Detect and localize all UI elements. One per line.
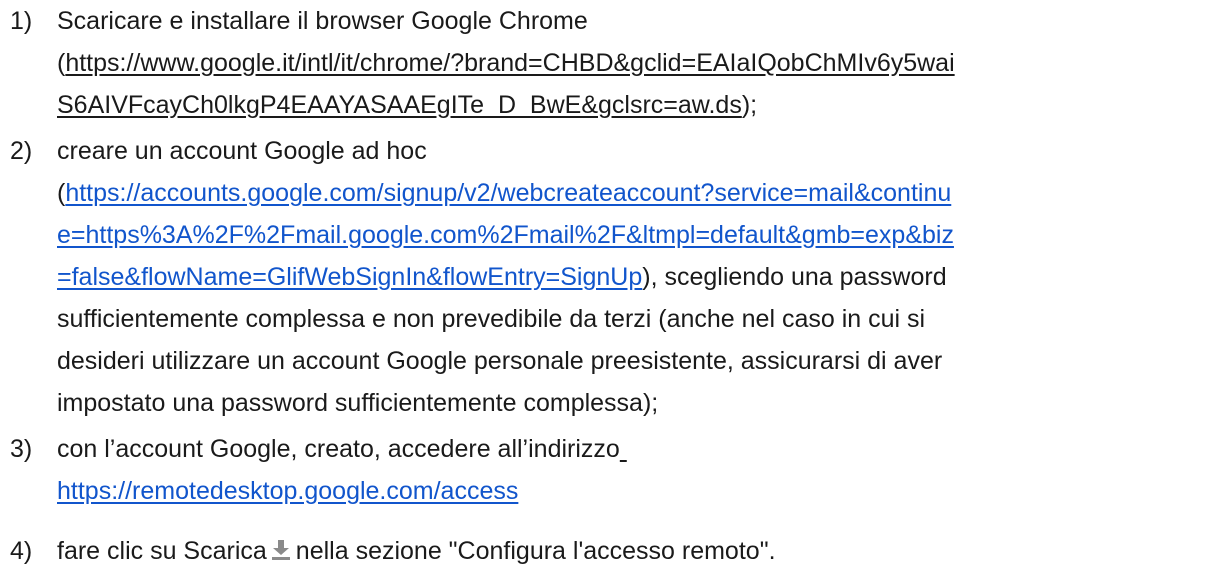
chrome-download-link[interactable]: https://www.google.it/intl/it/chrome/?br… bbox=[65, 49, 954, 77]
item-number: 4) bbox=[10, 537, 33, 565]
item-link-line: =false&flowName=GlifWebSignIn&flowEntry=… bbox=[57, 256, 947, 298]
item-text: creare un account Google ad hoc bbox=[57, 137, 427, 165]
chrome-download-link-cont[interactable]: S6AIVFcayCh0lkgP4EAAYASAAEgITe_D_BwE&gcl… bbox=[57, 91, 742, 119]
item-text-after: nella sezione "Configura l'accesso remot… bbox=[295, 537, 776, 565]
item-link-line: e=https%3A%2F%2Fmail.google.com%2Fmail%2… bbox=[57, 214, 954, 256]
download-icon bbox=[270, 532, 292, 560]
trailing-underline bbox=[620, 435, 627, 463]
item-number: 2) bbox=[10, 137, 33, 165]
google-signup-link-cont[interactable]: e=https%3A%2F%2Fmail.google.com%2Fmail%2… bbox=[57, 221, 954, 249]
item-link-line: S6AIVFcayCh0lkgP4EAAYASAAEgITe_D_BwE&gcl… bbox=[57, 84, 757, 126]
item-number: 3) bbox=[10, 435, 33, 463]
google-signup-link-end[interactable]: =false&flowName=GlifWebSignIn&flowEntry=… bbox=[57, 263, 642, 291]
item-text-before: fare clic su Scarica bbox=[57, 537, 267, 565]
item-number: 1) bbox=[10, 7, 33, 35]
item-link-line: (https://accounts.google.com/signup/v2/w… bbox=[57, 172, 951, 214]
item-tail: ); bbox=[741, 91, 758, 119]
item-link-line: https://remotedesktop.google.com/access bbox=[57, 470, 518, 512]
item-text-content: con l’account Google, creato, accedere a… bbox=[57, 435, 620, 463]
item-text: Scaricare e installare il browser Google… bbox=[57, 7, 588, 35]
remote-desktop-link[interactable]: https://remotedesktop.google.com/access bbox=[57, 477, 518, 505]
item-text: impostato una password sufficientemente … bbox=[57, 389, 659, 417]
item-tail: ), scegliendo una password bbox=[642, 263, 947, 291]
item-link-line: (https://www.google.it/intl/it/chrome/?b… bbox=[57, 42, 955, 84]
item-text: sufficientemente complessa e non prevedi… bbox=[57, 305, 926, 333]
item-text: con l’account Google, creato, accedere a… bbox=[57, 428, 627, 470]
item-text: fare clic su Scarica nella sezione "Confi… bbox=[57, 530, 776, 572]
item-text: desideri utilizzare un account Google pe… bbox=[57, 347, 943, 375]
google-signup-link[interactable]: https://accounts.google.com/signup/v2/we… bbox=[65, 179, 951, 207]
